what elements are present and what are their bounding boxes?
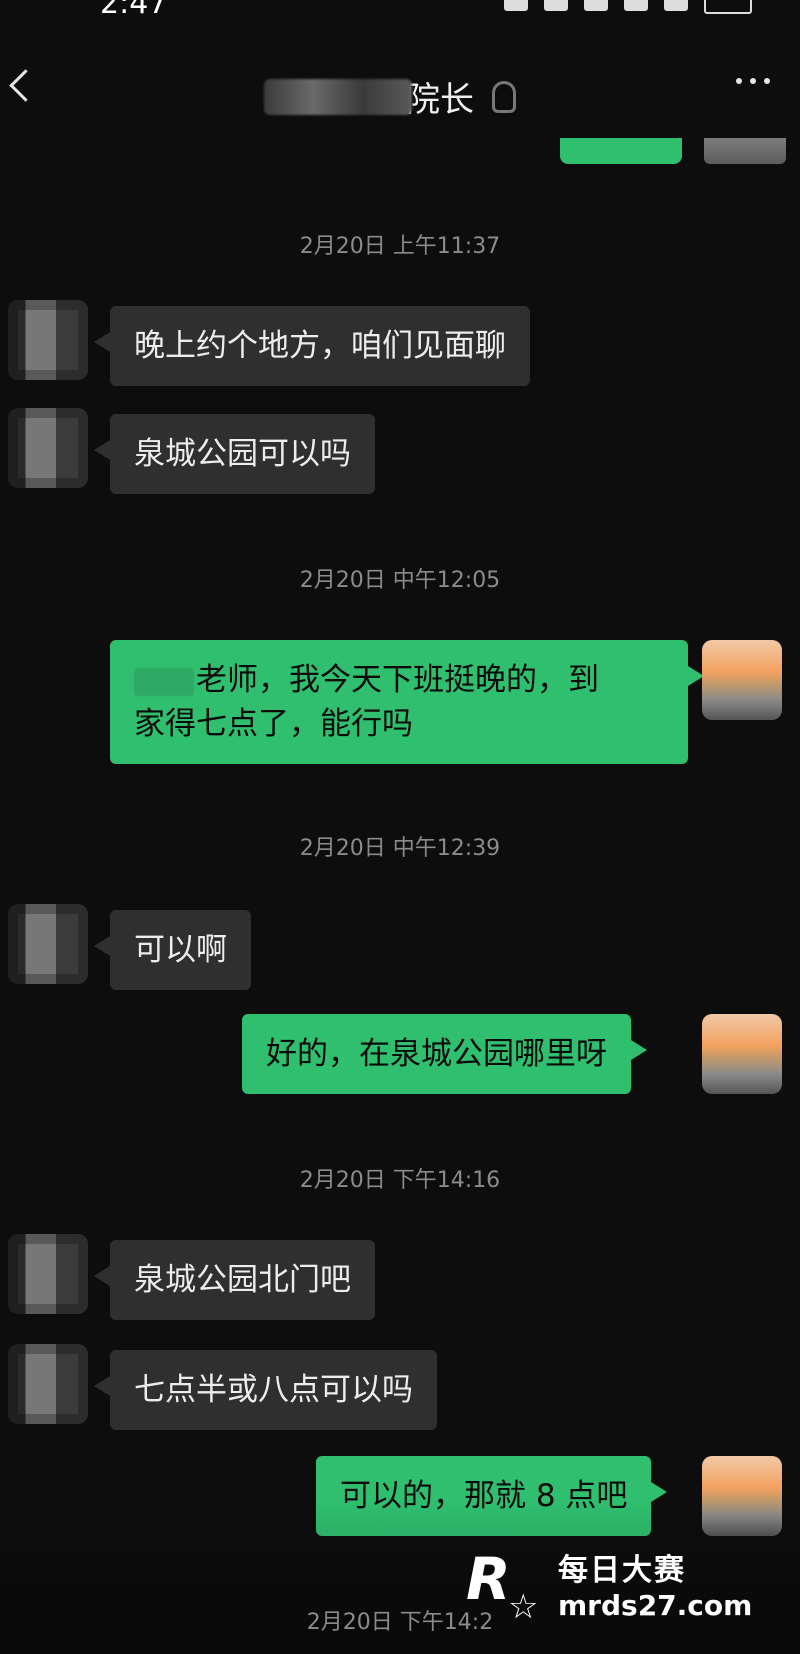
- status-time: 2:47: [100, 0, 168, 21]
- star-icon: ☆: [508, 1586, 539, 1627]
- watermark-logo-letter: R: [466, 1544, 511, 1613]
- message-bubble-self[interactable]: 好的，在泉城公园哪里呀: [242, 1014, 647, 1094]
- message-bubble-other[interactable]: 七点半或八点可以吗: [94, 1350, 437, 1430]
- avatar-other[interactable]: [8, 300, 88, 380]
- more-dots-icon[interactable]: [736, 78, 770, 84]
- avatar-other[interactable]: [8, 408, 88, 488]
- status-icons: [504, 0, 752, 14]
- wifi-icon: [624, 0, 648, 11]
- clipped-bubble: [560, 138, 682, 164]
- message-bubble-other[interactable]: 晚上约个地方，咱们见面聊: [94, 306, 530, 386]
- timestamp: 2月20日 中午12:39: [299, 836, 501, 861]
- avatar-other[interactable]: [8, 1234, 88, 1314]
- clipped-previous-message: [0, 138, 800, 164]
- message-line: 老师，我今天下班挺晚的，到: [134, 658, 664, 702]
- message-line: 家得七点了，能行吗: [134, 706, 413, 742]
- timestamp: 2月20日 下午14:16: [299, 1168, 501, 1193]
- watermark-text: 每日大赛 mrds27.com: [558, 1545, 752, 1622]
- timestamp: 2月20日 上午11:37: [299, 234, 501, 259]
- redacted-text: [134, 667, 194, 696]
- signal-icon: [664, 0, 688, 11]
- redacted-name: [264, 78, 412, 115]
- watermark-url: mrds27.com: [558, 1589, 753, 1622]
- battery-icon: [704, 0, 752, 14]
- message-bubble-self[interactable]: 老师，我今天下班挺晚的，到 家得七点了，能行吗: [110, 640, 704, 764]
- timestamp: 2月20日 中午12:05: [299, 568, 501, 593]
- clipped-avatar: [704, 138, 786, 164]
- bluetooth-icon: [584, 0, 608, 11]
- watermark-logo-icon: R ☆: [462, 1545, 546, 1627]
- avatar-other[interactable]: [8, 904, 88, 984]
- watermark-name: 每日大赛: [558, 1553, 686, 1588]
- message-bubble-other[interactable]: 泉城公园可以吗: [94, 414, 375, 494]
- message-text: 老师，我今天下班挺晚的，到: [196, 662, 599, 698]
- message-bubble-other[interactable]: 泉城公园北门吧: [94, 1240, 375, 1320]
- chat-header: 院长: [0, 50, 800, 134]
- mute-icon: [544, 0, 568, 11]
- avatar-other[interactable]: [8, 1344, 88, 1424]
- avatar-self[interactable]: [702, 640, 782, 720]
- chat-title: 院长: [264, 72, 516, 121]
- status-bar: 2:47: [0, 0, 800, 24]
- message-bubble-other[interactable]: 可以啊: [94, 910, 251, 990]
- chat-title-suffix: 院长: [406, 80, 474, 120]
- ear-icon: [492, 80, 516, 113]
- avatar-self[interactable]: [702, 1014, 782, 1094]
- nfc-icon: [504, 0, 528, 11]
- back-icon[interactable]: [9, 69, 42, 102]
- watermark: R ☆ 每日大赛 mrds27.com: [462, 1545, 752, 1627]
